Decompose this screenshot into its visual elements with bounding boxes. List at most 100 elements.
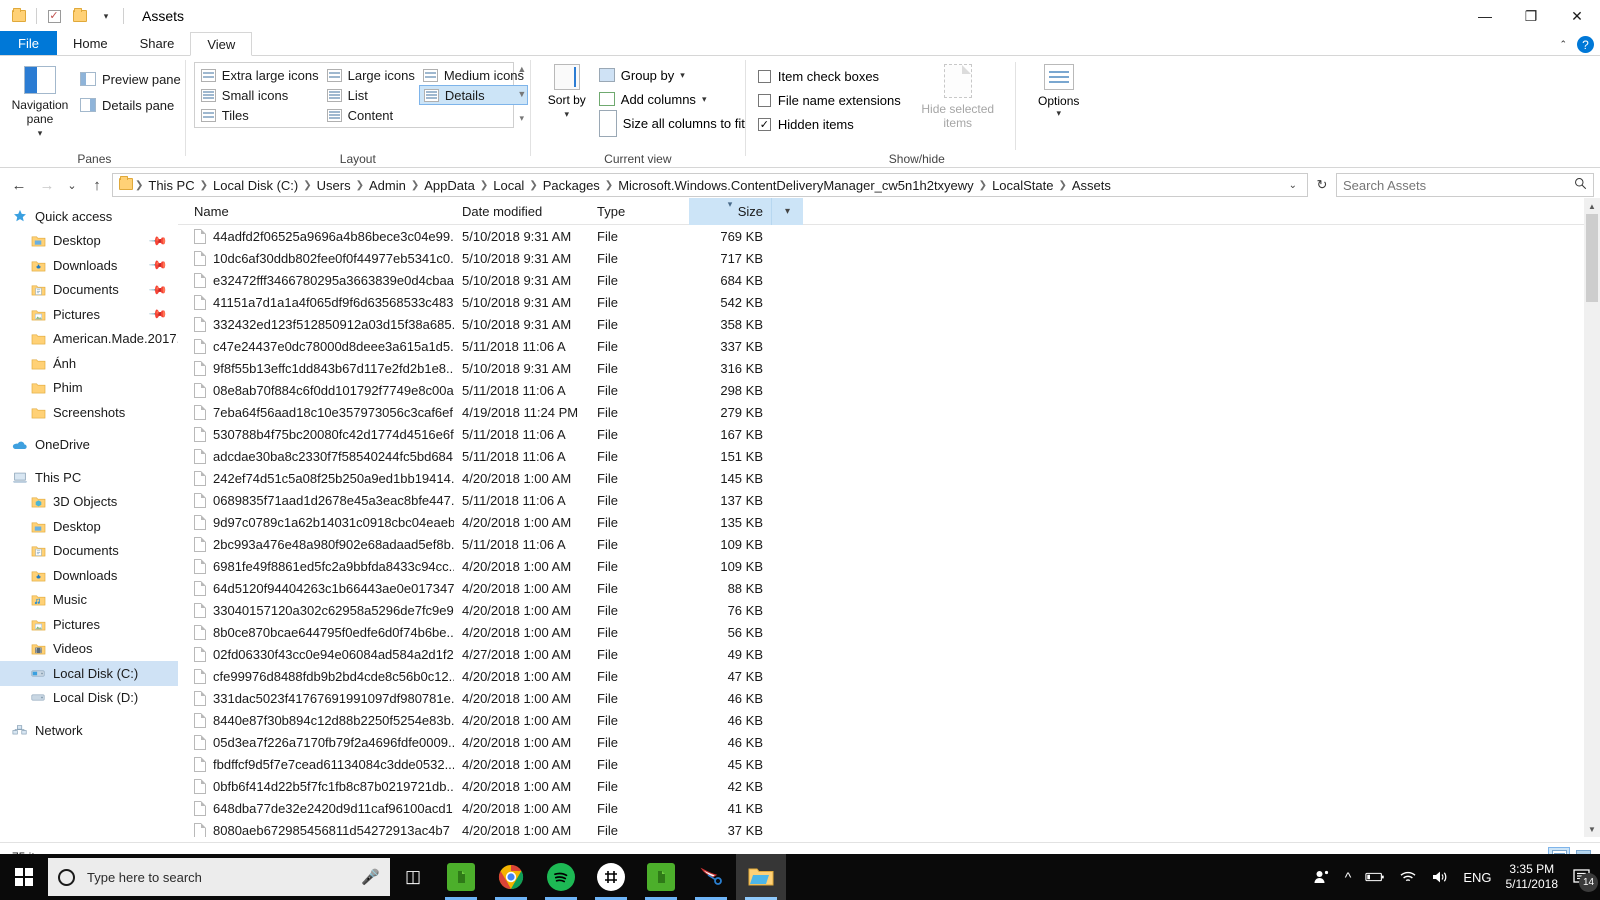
up-button[interactable]: ↑ <box>84 173 110 197</box>
table-row[interactable]: 8440e87f30b894c12d88b2250f5254e83b... 4/2… <box>178 709 1600 731</box>
breadcrumb-item-admin[interactable]: Admin <box>364 178 411 193</box>
close-button[interactable]: ✕ <box>1554 0 1600 32</box>
breadcrumb-separator[interactable]: ❯ <box>529 180 537 191</box>
table-row[interactable]: cfe99976d8488fdb9b2bd4cde8c56b0c12... 4/2… <box>178 665 1600 687</box>
sidebar-item-downloads[interactable]: Downloads 📌 <box>0 253 178 278</box>
table-row[interactable]: 6981fe49f8861ed5fc2a9bbfda8433c94cc... 4/… <box>178 555 1600 577</box>
scrollbar-thumb[interactable] <box>1586 214 1598 302</box>
breadcrumb-separator[interactable]: ❯ <box>480 180 488 191</box>
table-row[interactable]: 648dba77de32e2420d9d11caf96100acd1... 4/2… <box>178 797 1600 819</box>
column-header-type[interactable]: Type <box>589 198 689 225</box>
tab-view[interactable]: View <box>190 32 253 56</box>
table-row[interactable]: 44adfd2f06525a9696a4b86bece3c04e99... 5/1… <box>178 225 1600 247</box>
language-indicator[interactable]: ENG <box>1463 870 1491 885</box>
table-row[interactable]: 8080aeb672985456811d54272913ac4b7 4/20/20… <box>178 819 1600 837</box>
table-row[interactable]: 64d5120f94404263c1b66443ae0e017347... 4/2… <box>178 577 1600 599</box>
add-columns-button[interactable]: Add columns ▾ <box>598 88 745 110</box>
table-row[interactable]: 08e8ab70f884c6f0dd101792f7749e8c00a... 5/… <box>178 379 1600 401</box>
breadcrumb-separator[interactable]: ❯ <box>356 180 364 191</box>
search-icon[interactable] <box>1574 177 1587 193</box>
tab-file[interactable]: File <box>0 31 57 55</box>
breadcrumb-separator[interactable]: ❯ <box>1059 180 1067 191</box>
navigation-pane-button[interactable]: Navigation pane ▾ <box>4 62 76 140</box>
layout-extra-large-icons[interactable]: Extra large icons <box>197 65 323 85</box>
item-check-boxes-option[interactable]: Item check boxes <box>757 66 901 87</box>
pin-icon[interactable]: 📌 <box>148 255 168 275</box>
sidebar-item-3d-objects[interactable]: 3D Objects <box>0 490 178 515</box>
hidden-items-option[interactable]: ✓ Hidden items <box>757 114 901 135</box>
breadcrumb-separator[interactable]: ❯ <box>135 180 143 191</box>
layout-large-icons[interactable]: Large icons <box>323 65 419 85</box>
vertical-scrollbar[interactable]: ▲ ▼ <box>1584 198 1600 837</box>
address-dropdown-chevron-down-icon[interactable]: ⌄ <box>1283 180 1303 191</box>
properties-checkbox-icon[interactable]: ✓ <box>41 3 67 29</box>
table-row[interactable]: 0689835f71aad1d2678e45a3eac8bfe447... 5/1… <box>178 489 1600 511</box>
help-icon[interactable]: ? <box>1577 36 1594 53</box>
task-view-button[interactable]: ◫ <box>390 854 436 900</box>
show-hidden-icons-chevron-up-icon[interactable]: ^ <box>1345 869 1352 885</box>
taskbar-app-chrome[interactable] <box>486 854 536 900</box>
table-row[interactable]: 332432ed123f512850912a03d15f38a685... 5/1… <box>178 313 1600 335</box>
recent-locations-chevron-down-icon[interactable]: ⌄ <box>62 173 82 197</box>
table-row[interactable]: 0bfb6f414d22b5f7fc1fb8c87b0219721db... 4/… <box>178 775 1600 797</box>
preview-pane-button[interactable]: Preview pane <box>76 68 185 90</box>
search-input[interactable] <box>1343 177 1570 193</box>
taskbar-app-file-explorer[interactable] <box>736 854 786 900</box>
microphone-icon[interactable]: 🎤 <box>361 868 380 886</box>
sort-by-button[interactable]: Sort by ▾ <box>541 62 593 121</box>
maximize-button[interactable]: ❐ <box>1508 0 1554 32</box>
breadcrumb-item-localstate[interactable]: LocalState <box>987 178 1058 193</box>
clock[interactable]: 3:35 PM 5/11/2018 <box>1506 862 1559 892</box>
gallery-expand-icon[interactable]: ▾ <box>520 113 525 124</box>
sidebar-item-american-made[interactable]: American.Made.2017.m <box>0 327 178 352</box>
taskbar-app-discord[interactable] <box>586 854 636 900</box>
table-row[interactable]: 05d3ea7f226a7170fb79f2a4696fdfe0009... 4/… <box>178 731 1600 753</box>
action-center-button[interactable]: 14 <box>1572 868 1598 892</box>
sidebar-item-onedrive[interactable]: OneDrive <box>0 433 178 458</box>
sidebar-item-quick-access[interactable]: Quick access <box>0 204 178 229</box>
table-row[interactable]: 33040157120a302c62958a5296de7fc9e9... 4/2… <box>178 599 1600 621</box>
sidebar-item-downloads-pc[interactable]: Downloads <box>0 563 178 588</box>
scroll-up-arrow-icon[interactable]: ▲ <box>1584 198 1600 214</box>
table-row[interactable]: c47e24437e0dc78000d8deee3a615a1d5... 5/11… <box>178 335 1600 357</box>
new-folder-icon[interactable] <box>67 3 93 29</box>
table-row[interactable]: 331dac5023f41767691991097df980781e... 4/2… <box>178 687 1600 709</box>
breadcrumb-separator[interactable]: ❯ <box>411 180 419 191</box>
table-row[interactable]: fbdffcf9d5f7e7cead61134084c3dde0532... 4/… <box>178 753 1600 775</box>
volume-icon[interactable] <box>1431 870 1449 884</box>
pin-icon[interactable]: 📌 <box>148 231 168 251</box>
sidebar-item-screenshots[interactable]: Screenshots <box>0 400 178 425</box>
column-header-date-modified[interactable]: Date modified <box>454 198 589 225</box>
forward-button[interactable]: → <box>34 173 60 197</box>
people-icon[interactable] <box>1313 869 1331 885</box>
search-box[interactable] <box>1336 173 1594 197</box>
scroll-down-arrow-icon[interactable]: ▼ <box>1584 821 1600 837</box>
breadcrumb-item-this-pc[interactable]: This PC <box>143 178 199 193</box>
scroll-down-icon[interactable]: ▼ <box>517 89 526 99</box>
details-pane-button[interactable]: Details pane <box>76 94 185 116</box>
breadcrumb-item-assets[interactable]: Assets <box>1067 178 1116 193</box>
group-by-button[interactable]: Group by ▾ <box>598 64 745 86</box>
sidebar-item-local-disk-d[interactable]: Local Disk (D:) <box>0 686 178 711</box>
breadcrumb-separator[interactable]: ❯ <box>979 180 987 191</box>
minimize-button[interactable]: — <box>1462 0 1508 32</box>
pin-icon[interactable]: 📌 <box>148 280 168 300</box>
breadcrumb-item-local[interactable]: Local <box>488 178 529 193</box>
refresh-button[interactable]: ↻ <box>1310 173 1334 197</box>
breadcrumb-item-users[interactable]: Users <box>312 178 356 193</box>
table-row[interactable]: 02fd06330f43cc0e94e06084ad584a2d1f2... 4/… <box>178 643 1600 665</box>
scroll-up-icon[interactable]: ▲ <box>517 64 526 74</box>
column-header-size[interactable]: ▾ Size <box>689 198 771 225</box>
layout-gallery-scroll[interactable]: ▲ ▼ ▾ <box>514 62 530 126</box>
breadcrumb-separator[interactable]: ❯ <box>303 180 311 191</box>
table-row[interactable]: 2bc993a476e48a980f902e68adaad5ef8b... 5/1… <box>178 533 1600 555</box>
customize-qat-chevron-down-icon[interactable]: ▾ <box>93 3 119 29</box>
checkbox-unchecked-icon[interactable] <box>757 70 771 83</box>
sidebar-item-anh[interactable]: Ánh <box>0 351 178 376</box>
sidebar-item-documents-pc[interactable]: Documents <box>0 539 178 564</box>
layout-details[interactable]: Details <box>418 85 529 105</box>
table-row[interactable]: 9f8f55b13effc1dd843b67d117e2fd2b1e8... 5/… <box>178 357 1600 379</box>
collapse-ribbon-chevron-up-icon[interactable]: ⌃ <box>1559 39 1567 50</box>
table-row[interactable]: 530788b4f75bc20080fc42d1774d4516e6f... 5/… <box>178 423 1600 445</box>
layout-tiles[interactable]: Tiles <box>197 105 323 125</box>
